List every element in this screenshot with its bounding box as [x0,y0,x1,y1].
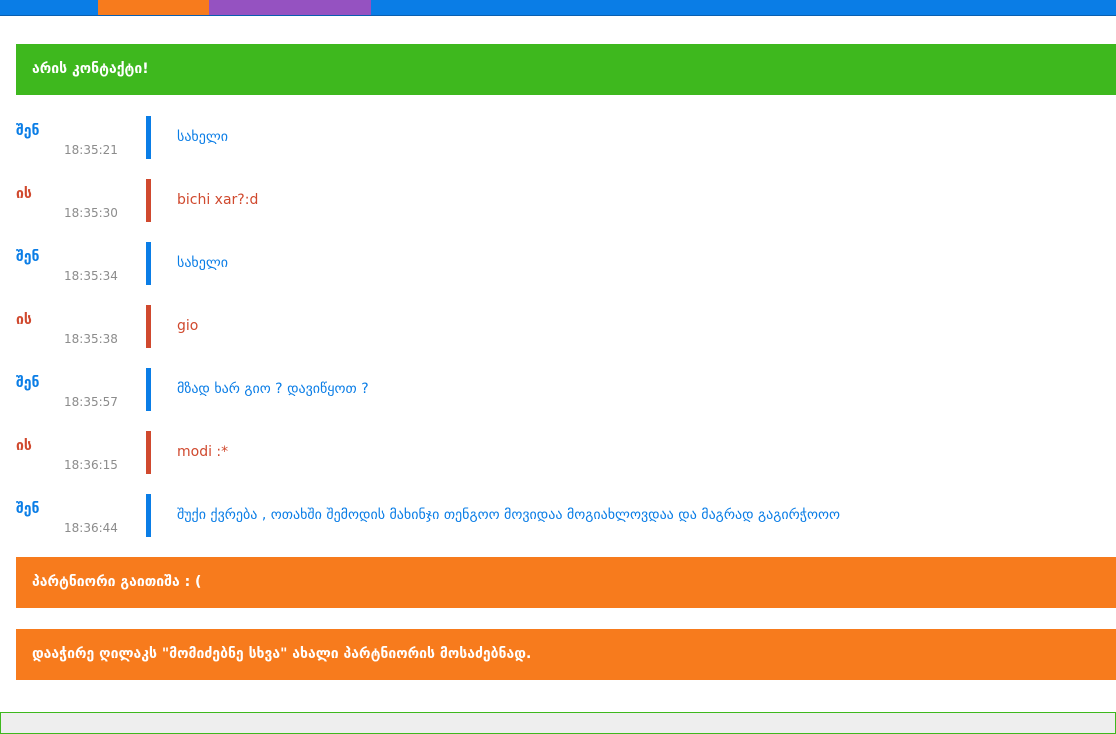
message-text: modi :* [177,444,229,460]
message-accent-bar [146,305,151,348]
message-accent-bar [146,368,151,411]
chat-message: ის 18:36:15 modi :* [16,431,1116,482]
message-text: სახელი [177,129,228,145]
message-text: შუქი ქვრება , ოთახში შემოდის მახინჯი თენ… [177,507,841,523]
message-accent-bar [146,179,151,222]
sender-label: ის [16,186,32,202]
sender-label: შენ [16,501,40,517]
message-timestamp: 18:35:34 [64,269,118,283]
sender-label: ის [16,438,32,454]
chat-message: შენ 18:35:34 სახელი [16,242,1116,293]
chat-message: ის 18:35:30 bichi xar?:d [16,179,1116,230]
message-timestamp: 18:35:57 [64,395,118,409]
message-text: bichi xar?:d [177,192,259,208]
sender-label: ის [16,312,32,328]
top-navigation-bar [0,0,1116,16]
message-timestamp: 18:35:21 [64,143,118,157]
chat-message: შენ 18:35:21 სახელი [16,116,1116,167]
message-timestamp: 18:35:30 [64,206,118,220]
message-timestamp: 18:36:44 [64,521,118,535]
chat-message: შენ 18:35:57 მზად ხარ გიო ? დავიწყოთ ? [16,368,1116,419]
find-new-partner-hint: დააჭირე ღილაკს "მომიძებნე სხვა" ახალი პა… [16,629,1116,680]
message-text: სახელი [177,255,228,271]
sender-label: შენ [16,249,40,265]
message-accent-bar [146,494,151,537]
message-text: gio [177,318,199,334]
message-text: მზად ხარ გიო ? დავიწყოთ ? [177,381,369,397]
message-accent-bar [146,116,151,159]
connected-banner: არის კონტაქტი! [16,44,1116,95]
message-accent-bar [146,242,151,285]
sender-label: შენ [16,123,40,139]
disconnected-banner: პარტნიორი გაითიშა : ( [16,557,1116,608]
nav-tab-purple[interactable] [209,0,371,15]
message-input[interactable] [0,712,1116,734]
nav-tab-orange[interactable] [98,0,209,15]
message-accent-bar [146,431,151,474]
message-timestamp: 18:35:38 [64,332,118,346]
sender-label: შენ [16,375,40,391]
message-timestamp: 18:36:15 [64,458,118,472]
chat-message: შენ 18:36:44 შუქი ქვრება , ოთახში შემოდი… [16,494,1116,545]
chat-message: ის 18:35:38 gio [16,305,1116,356]
